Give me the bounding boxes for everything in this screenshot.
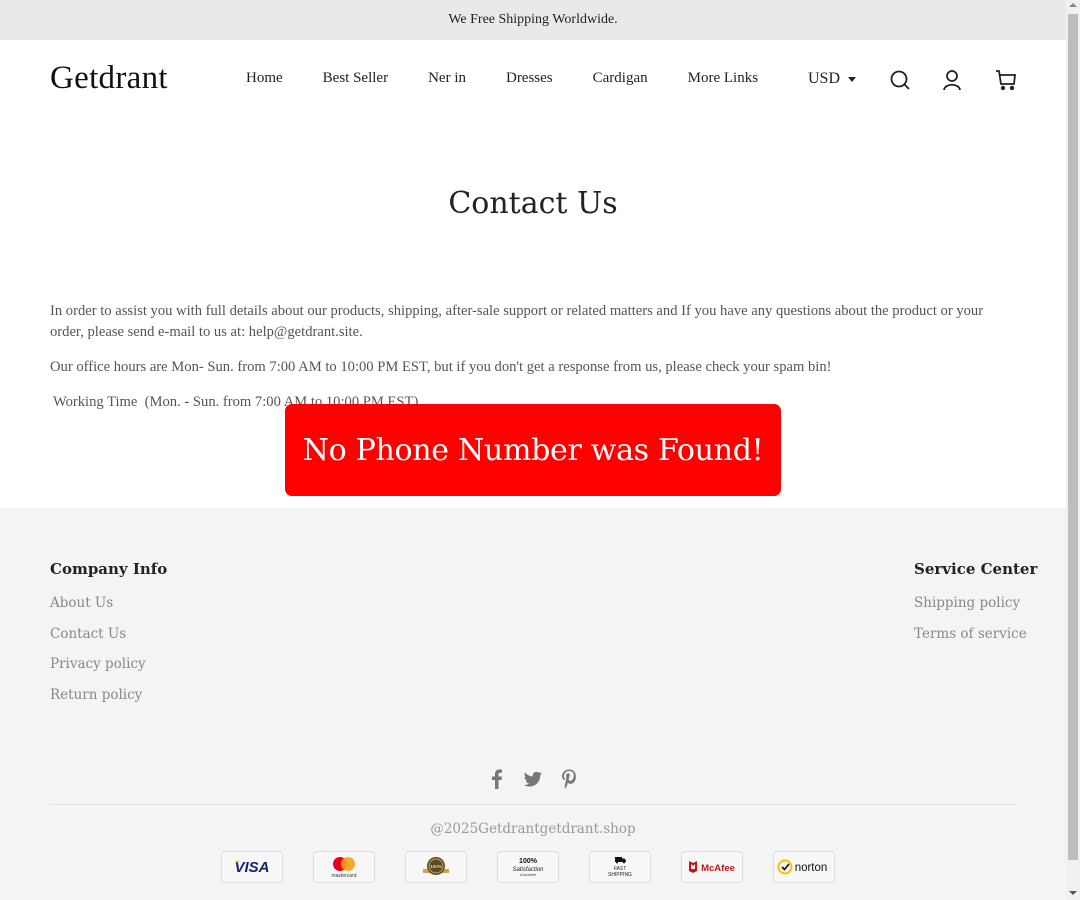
footer-link-about-us[interactable]: About Us <box>50 595 167 611</box>
alert-text: No Phone Number was Found! <box>302 432 764 468</box>
announcement-bar: We Free Shipping Worldwide. <box>0 0 1066 40</box>
satisfaction-title: 100% <box>519 858 538 865</box>
account-icon[interactable] <box>941 69 963 91</box>
currency-value: USD <box>808 70 841 87</box>
footer-link-shipping-policy[interactable]: Shipping policy <box>914 595 1037 611</box>
satisfaction-badge: 100% Satisfaction Guarantee <box>497 851 559 883</box>
nav-item-cardigan[interactable]: Cardigan <box>593 70 648 87</box>
mcafee-badge: McAfee <box>681 851 743 883</box>
footer-heading-service: Service Center <box>914 560 1038 578</box>
twitter-icon[interactable] <box>523 768 543 790</box>
no-phone-alert: No Phone Number was Found! <box>285 404 781 496</box>
visa-badge: VISA <box>221 851 283 883</box>
norton-text: norton <box>795 862 828 874</box>
page-scrollbar[interactable] <box>1066 0 1080 900</box>
facebook-icon[interactable] <box>487 768 507 790</box>
scroll-down-arrow-icon[interactable] <box>1069 891 1077 895</box>
footer-service-center: Service Center Shipping policy Terms of … <box>914 560 1037 656</box>
mastercard-badge: mastercard <box>313 851 375 883</box>
scrollbar-thumb[interactable] <box>1068 14 1078 860</box>
mcafee-text: McAfee <box>701 863 735 874</box>
fast-shipping-badge: FAST SHIPPING <box>589 851 651 883</box>
footer-heading-company: Company Info <box>50 560 168 578</box>
nav-item-more-links[interactable]: More Links <box>688 70 758 87</box>
announcement-text: We Free Shipping Worldwide. <box>448 12 618 27</box>
shipping-text: SHIPPING <box>608 872 632 878</box>
site-footer: Company Info About Us Contact Us Privacy… <box>0 508 1066 900</box>
footer-link-terms-of-service[interactable]: Terms of service <box>914 626 1037 642</box>
main-content: Contact Us In order to assist you with f… <box>0 120 1066 508</box>
mastercard-text: mastercard <box>331 873 356 879</box>
nav-item-ner-in[interactable]: Ner in <box>428 70 466 87</box>
visa-text: VISA <box>234 859 269 876</box>
cart-icon[interactable] <box>995 69 1017 91</box>
norton-badge: norton <box>773 851 835 883</box>
caret-down-icon <box>848 77 857 82</box>
seal-text: 100% <box>430 864 442 869</box>
main-nav: Home Best Seller Ner in Dresses Cardigan… <box>246 70 798 87</box>
page: We Free Shipping Worldwide. Getdrant Hom… <box>0 0 1066 900</box>
footer-link-contact-us[interactable]: Contact Us <box>50 626 167 642</box>
site-logo[interactable]: Getdrant <box>50 60 168 97</box>
trust-badges: VISA mastercard 100% 100% Satisfaction Gua… <box>221 851 835 883</box>
footer-company-info: Company Info About Us Contact Us Privacy… <box>50 560 167 717</box>
footer-divider <box>50 804 1016 805</box>
nav-item-home[interactable]: Home <box>246 70 283 87</box>
copyright-text: @2025Getdrantgetdrant.shop <box>430 821 636 837</box>
page-title: Contact Us <box>448 186 618 221</box>
nav-item-dresses[interactable]: Dresses <box>506 70 553 87</box>
site-header: Getdrant Home Best Seller Ner in Dresses… <box>0 40 1066 120</box>
footer-link-return-policy[interactable]: Return policy <box>50 687 167 703</box>
satisfaction-sub2: Guarantee <box>520 873 537 877</box>
nav-item-best-seller[interactable]: Best Seller <box>323 70 388 87</box>
currency-selector[interactable]: USD <box>808 70 857 88</box>
search-icon[interactable] <box>889 69 911 91</box>
contact-paragraph-email: In order to assist you with full details… <box>50 303 984 340</box>
pinterest-icon[interactable] <box>559 768 579 790</box>
social-links <box>0 768 1066 790</box>
guarantee-seal-badge: 100% <box>405 851 467 883</box>
scroll-up-arrow-icon[interactable] <box>1069 3 1077 7</box>
contact-paragraph-hours: Our office hours are Mon- Sun. from 7:00… <box>50 359 832 375</box>
footer-link-privacy-policy[interactable]: Privacy policy <box>50 656 167 672</box>
